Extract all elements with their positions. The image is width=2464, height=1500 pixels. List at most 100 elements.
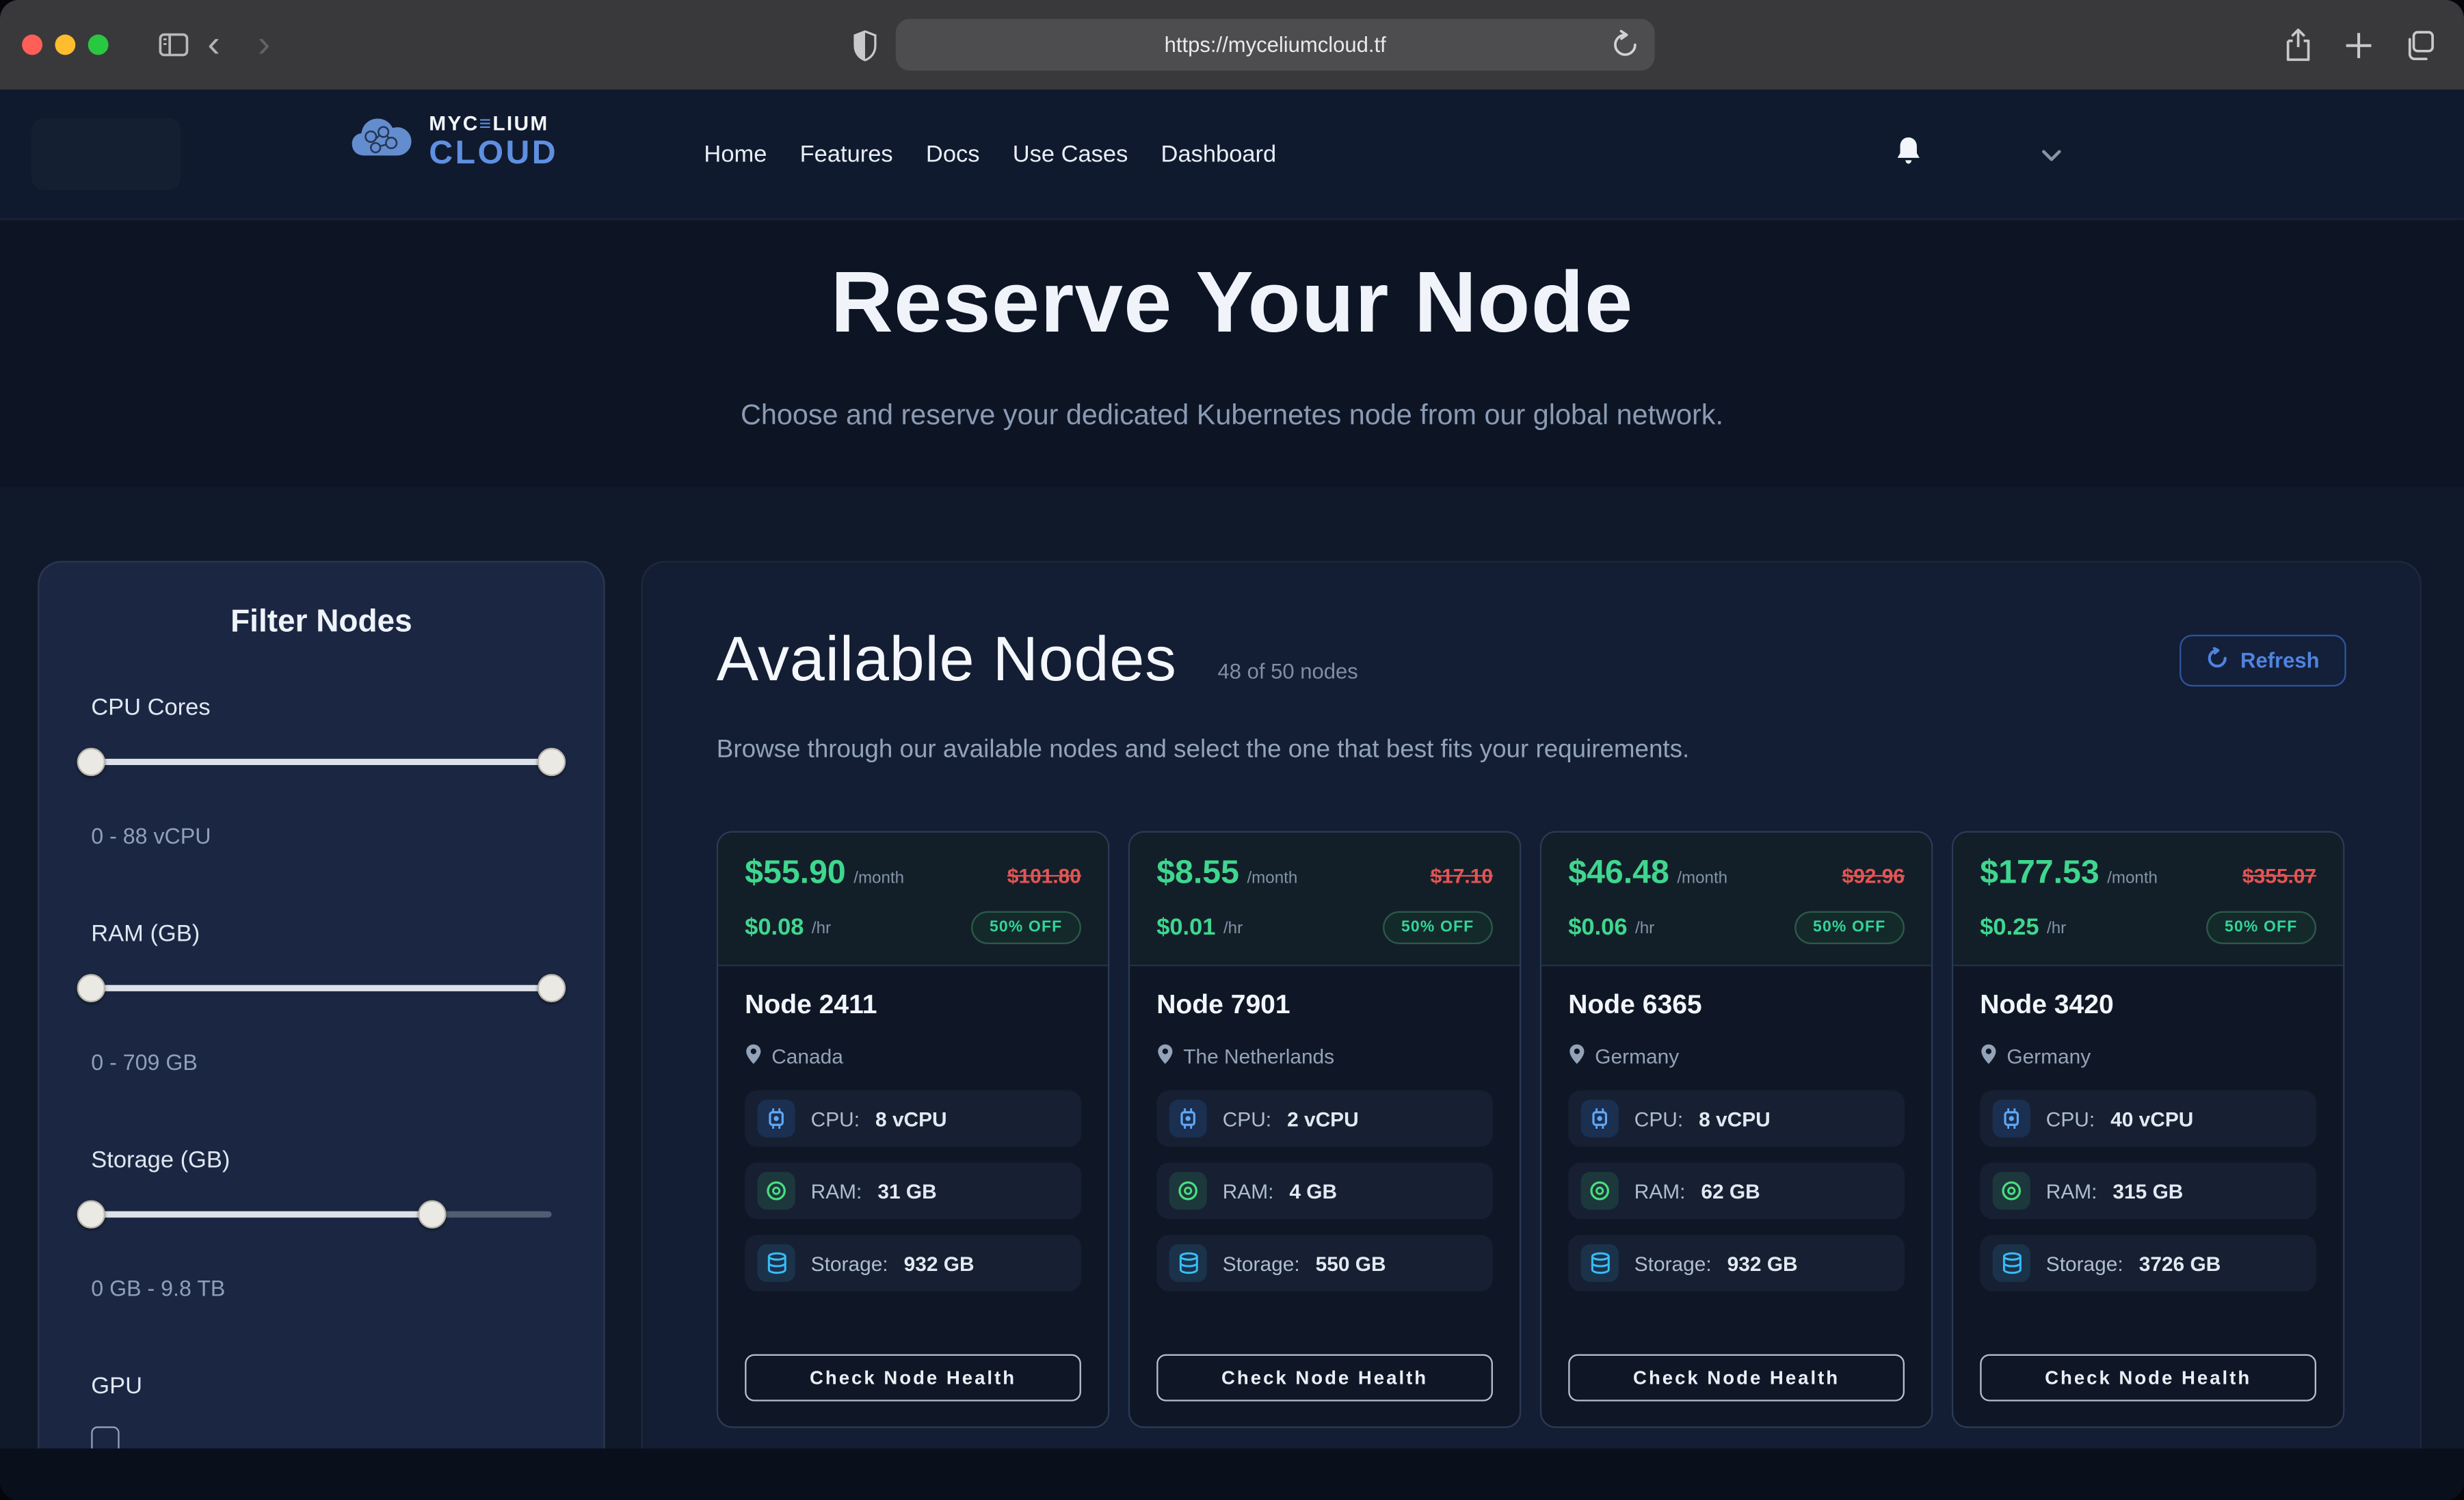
card-hourly-unit: /hr — [1635, 918, 1654, 937]
spec-ram-label: RAM: — [1634, 1179, 1686, 1203]
node-location: The Netherlands — [1183, 1045, 1334, 1068]
spec-row-cpu: CPU: 8 vCPU — [745, 1090, 1081, 1147]
spec-storage-label: Storage: — [1634, 1251, 1712, 1274]
filter-range-value: 0 - 709 GB — [91, 1049, 551, 1075]
slider-handle-max[interactable] — [538, 974, 566, 1002]
share-icon[interactable] — [2283, 27, 2314, 62]
new-tab-icon[interactable] — [2344, 31, 2372, 59]
filter-label: GPU — [91, 1373, 551, 1399]
back-button[interactable]: ‹ — [189, 26, 239, 64]
tab-overview-icon[interactable] — [2405, 29, 2436, 61]
nav-placeholder — [31, 118, 181, 190]
spec-row-ram: RAM: 31 GB — [745, 1162, 1081, 1219]
nav-links: Home Features Docs Use Cases Dashboard — [704, 90, 1276, 220]
spec-storage-label: Storage: — [2046, 1251, 2123, 1274]
filter-range-value: 0 GB - 9.8 TB — [91, 1276, 551, 1301]
storage-icon — [1581, 1244, 1619, 1282]
forward-button[interactable]: › — [239, 26, 289, 64]
spec-ram-value: 31 GB — [877, 1179, 936, 1203]
spec-ram-label: RAM: — [811, 1179, 862, 1203]
spec-storage-value: 932 GB — [904, 1251, 975, 1274]
filter-label: CPU Cores — [91, 695, 551, 721]
card-original-price: $92.96 — [1842, 864, 1905, 887]
ram-range-slider[interactable] — [91, 974, 551, 1002]
nodes-count-label: 48 of 50 nodes — [1217, 660, 1357, 683]
slider-handle-min[interactable] — [77, 1201, 105, 1229]
nav-link-features[interactable]: Features — [800, 142, 893, 168]
address-bar[interactable]: https://myceliumcloud.tf — [896, 19, 1655, 71]
available-nodes-panel: Available Nodes 48 of 50 nodes Refresh B… — [641, 561, 2422, 1448]
check-node-health-button[interactable]: Check Node Health — [1568, 1354, 1905, 1402]
spec-row-storage: Storage: 932 GB — [745, 1235, 1081, 1291]
browser-window: ‹ › https://myceliumcloud.tf — [0, 0, 2464, 1500]
discount-badge: 50% OFF — [1794, 911, 1905, 944]
card-original-price: $17.10 — [1431, 864, 1493, 887]
brand-line1: MYC≡LIUM — [429, 112, 558, 133]
page-bottom-band — [0, 1449, 2464, 1500]
spec-row-storage: Storage: 932 GB — [1568, 1235, 1905, 1291]
slider-handle-min[interactable] — [77, 974, 105, 1002]
card-monthly-unit: /month — [853, 869, 904, 888]
minimize-window-button[interactable] — [55, 35, 75, 55]
node-name: Node 3420 — [1980, 990, 2316, 1021]
card-hourly-unit: /hr — [2047, 918, 2066, 937]
slider-handle-min[interactable] — [77, 748, 105, 776]
spec-cpu-label: CPU: — [1223, 1107, 1271, 1130]
storage-icon — [1169, 1244, 1207, 1282]
chevron-down-icon[interactable] — [2041, 141, 2062, 169]
sidebar-toggle-icon[interactable] — [159, 33, 189, 56]
panel-subtitle: Browse through our available nodes and s… — [717, 737, 2346, 765]
filter-group-gpu: GPU — [91, 1373, 551, 1448]
filter-panel-title: Filter Nodes — [91, 605, 551, 641]
brand-line2: CLOUD — [429, 136, 558, 169]
spec-storage-label: Storage: — [811, 1251, 888, 1274]
spec-ram-label: RAM: — [1223, 1179, 1274, 1203]
node-name: Node 2411 — [745, 990, 1081, 1021]
card-monthly-price: $46.48 — [1568, 855, 1669, 892]
filter-group-storage: Storage (GB) 0 GB - 9.8 TB — [91, 1147, 551, 1300]
discount-badge: 50% OFF — [1382, 911, 1493, 944]
storage-range-slider[interactable] — [91, 1201, 551, 1229]
card-pricing-header: $8.55 /month $17.10 $0.01 /hr 50% OFF — [1130, 833, 1520, 966]
storage-icon — [758, 1244, 795, 1282]
card-original-price: $355.07 — [2242, 864, 2316, 887]
location-pin-icon — [1156, 1043, 1174, 1070]
cpu-range-slider[interactable] — [91, 748, 551, 776]
card-hourly-unit: /hr — [812, 918, 831, 937]
location-pin-icon — [1980, 1043, 1997, 1070]
slider-handle-max[interactable] — [418, 1201, 446, 1229]
card-pricing-header: $177.53 /month $355.07 $0.25 /hr 50% OFF — [1953, 833, 2343, 966]
nav-link-docs[interactable]: Docs — [926, 142, 980, 168]
close-window-button[interactable] — [22, 35, 42, 55]
nav-link-use-cases[interactable]: Use Cases — [1013, 142, 1128, 168]
node-card: $55.90 /month $101.80 $0.08 /hr 50% OFF … — [717, 831, 1109, 1428]
cpu-icon — [1993, 1099, 2030, 1137]
desktop: ‹ › https://myceliumcloud.tf — [0, 0, 2464, 1500]
card-monthly-unit: /month — [1677, 869, 1727, 888]
refresh-button[interactable]: Refresh — [2179, 634, 2346, 686]
ram-icon — [758, 1172, 795, 1209]
node-location: Germany — [2006, 1045, 2091, 1068]
spec-row-ram: RAM: 4 GB — [1156, 1162, 1493, 1219]
address-bar-url: https://myceliumcloud.tf — [1165, 33, 1386, 56]
slider-fill — [91, 759, 551, 765]
zoom-window-button[interactable] — [88, 35, 109, 55]
check-node-health-button[interactable]: Check Node Health — [745, 1354, 1081, 1402]
check-node-health-button[interactable]: Check Node Health — [1980, 1354, 2316, 1402]
check-node-health-button[interactable]: Check Node Health — [1156, 1354, 1493, 1402]
bell-icon[interactable] — [1895, 135, 1922, 174]
reload-icon[interactable] — [1613, 30, 1639, 60]
gpu-checkbox[interactable] — [91, 1426, 119, 1448]
card-monthly-price: $177.53 — [1980, 855, 2099, 892]
slider-handle-max[interactable] — [538, 748, 566, 776]
nav-link-home[interactable]: Home — [704, 142, 767, 168]
cpu-icon — [1581, 1099, 1619, 1137]
spec-storage-label: Storage: — [1223, 1251, 1300, 1274]
nav-link-dashboard[interactable]: Dashboard — [1161, 142, 1277, 168]
site-logo[interactable]: MYC≡LIUM CLOUD — [349, 111, 558, 170]
filter-panel: Filter Nodes CPU Cores 0 - 88 vCPU RAM (… — [38, 561, 605, 1448]
card-pricing-header: $46.48 /month $92.96 $0.06 /hr 50% OFF — [1541, 833, 1931, 966]
privacy-shield-icon[interactable] — [853, 29, 877, 61]
filter-group-ram: RAM (GB) 0 - 709 GB — [91, 921, 551, 1075]
spec-cpu-value: 2 vCPU — [1287, 1107, 1359, 1130]
